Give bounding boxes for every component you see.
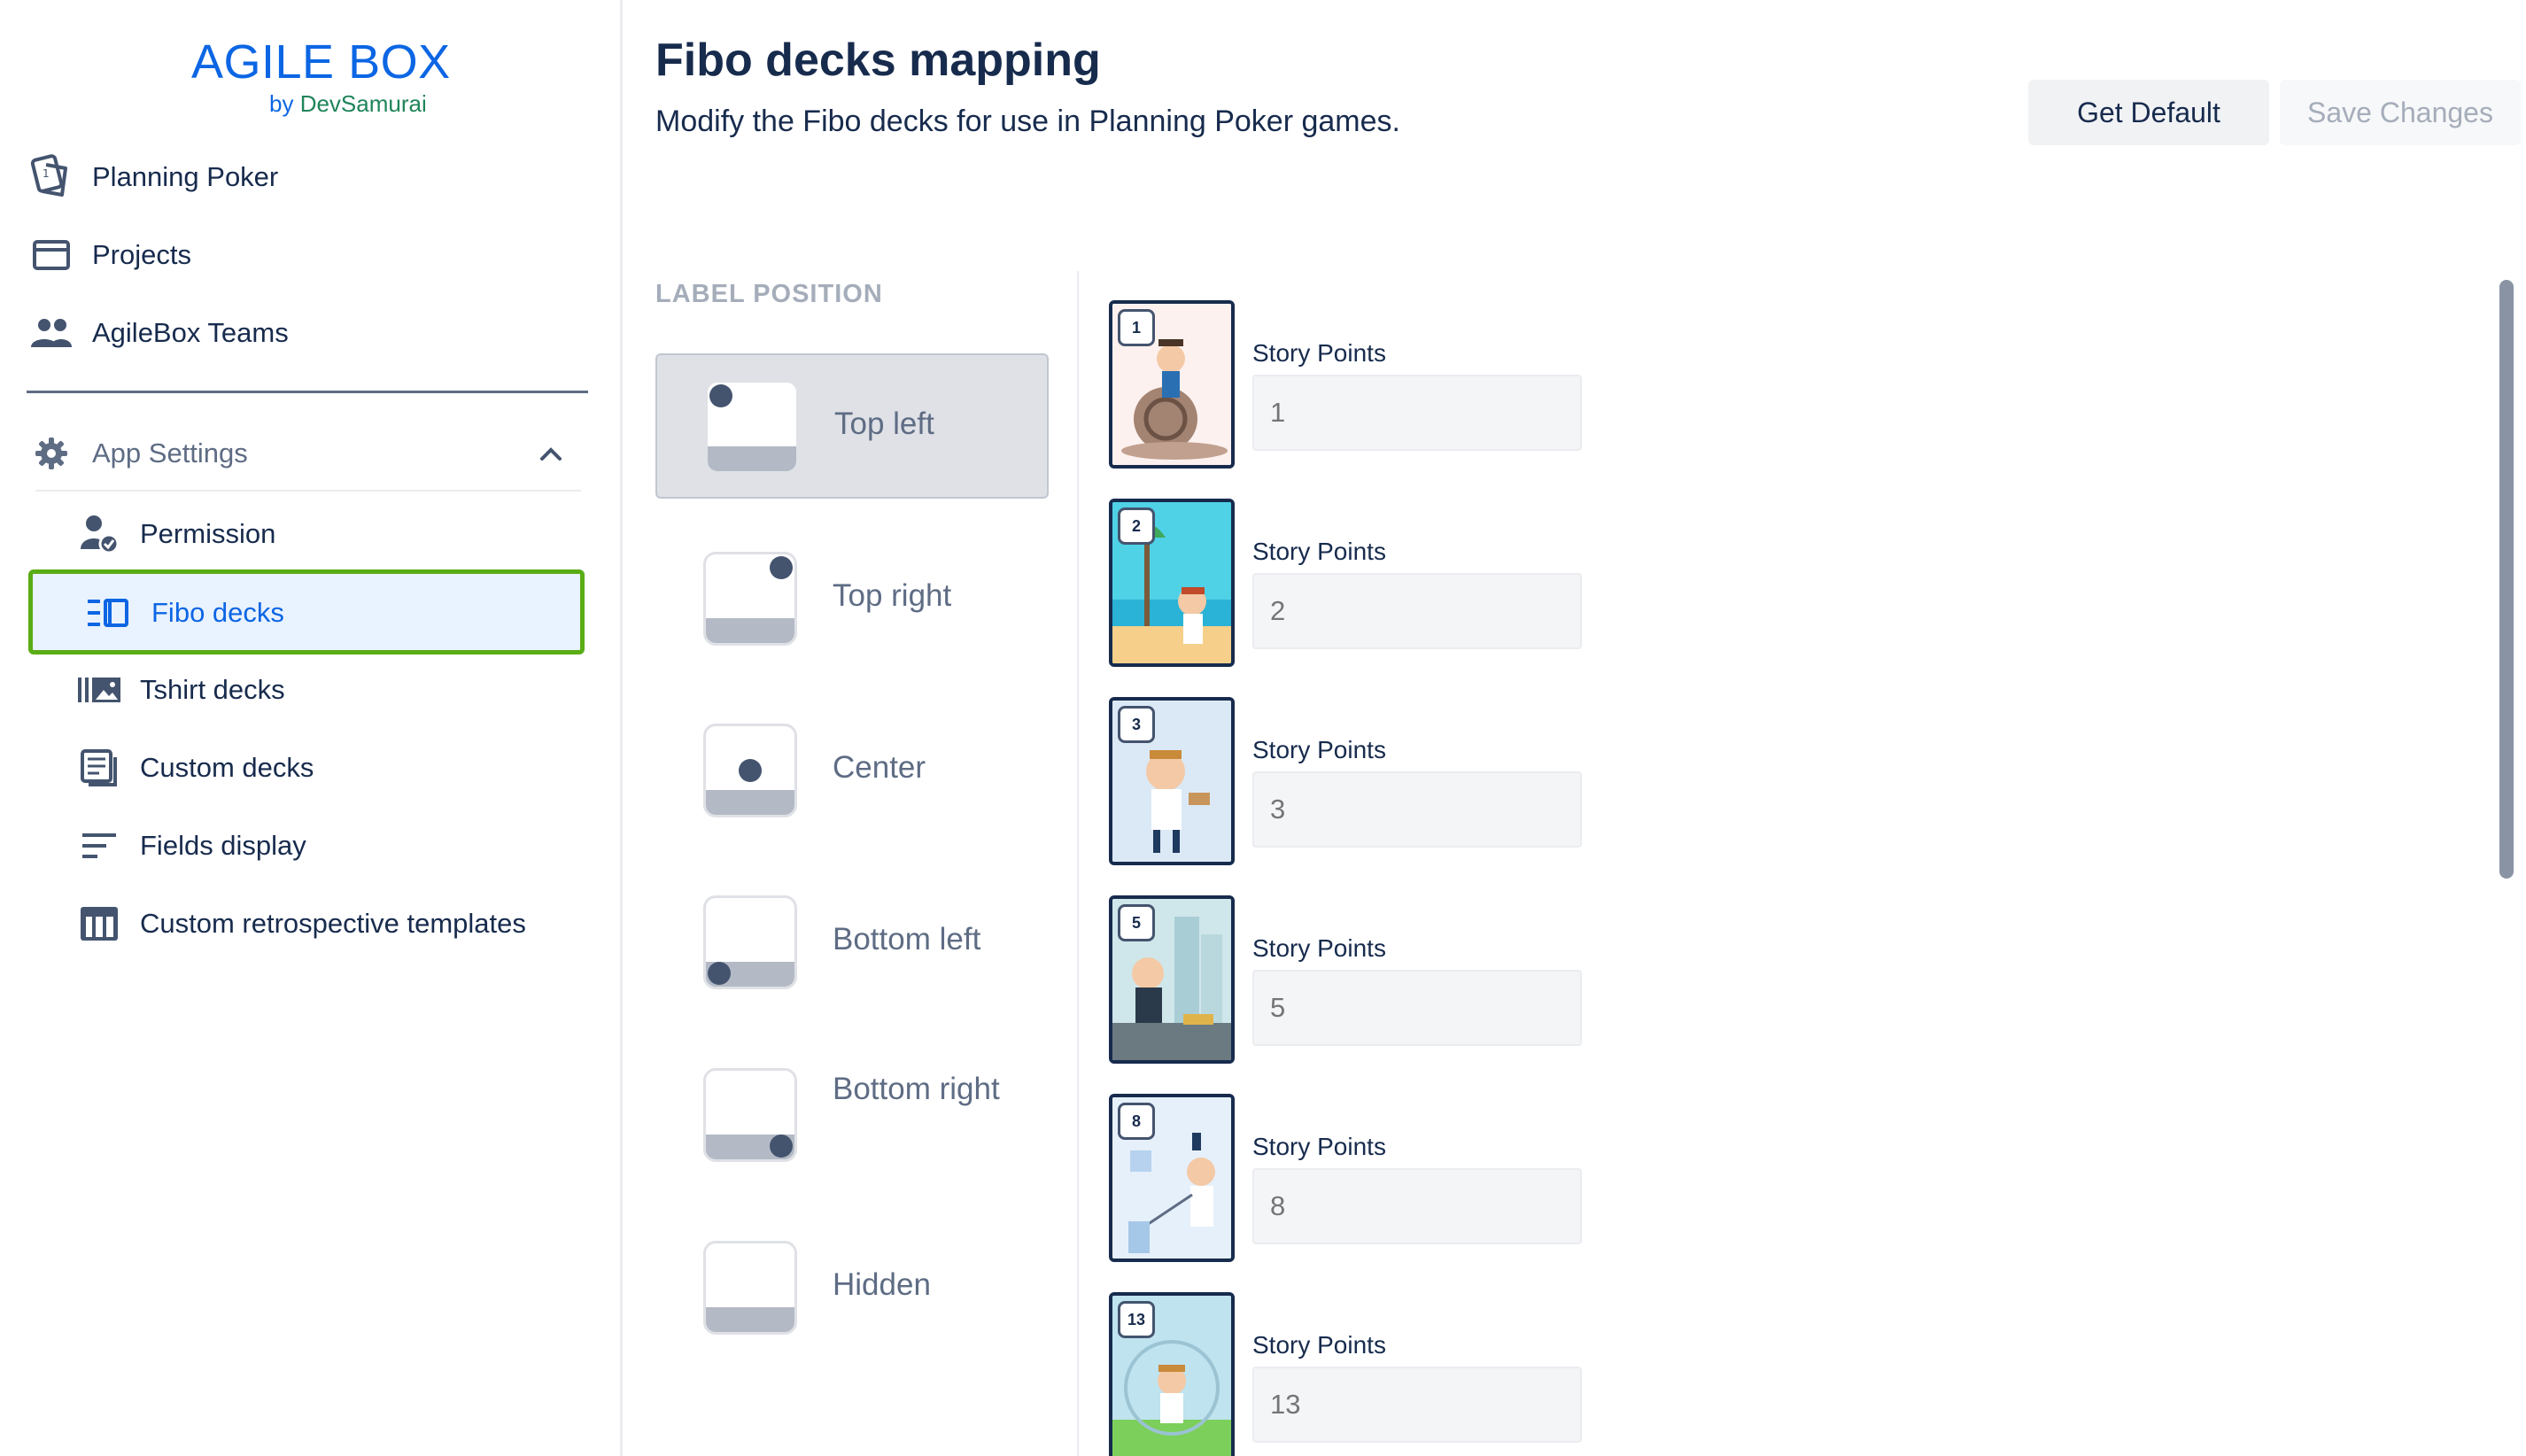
chevron-up-icon[interactable] xyxy=(535,438,567,469)
card-image: 5 xyxy=(1109,895,1235,1064)
save-changes-button[interactable]: Save Changes xyxy=(2280,80,2521,145)
content-scrollbar[interactable] xyxy=(2499,280,2514,879)
card-badge: 2 xyxy=(1118,507,1155,545)
label-position-label: Top right xyxy=(833,578,952,613)
brand-subtitle: by DevSamurai xyxy=(269,90,427,118)
card-badge: 5 xyxy=(1118,904,1155,941)
card-image: 13 xyxy=(1109,1292,1235,1456)
table-icon xyxy=(74,899,124,949)
label-position-center[interactable]: Center xyxy=(655,699,1049,844)
position-preview xyxy=(703,1241,797,1335)
label-position-label: Top left xyxy=(834,407,934,441)
card-image: 3 xyxy=(1109,697,1235,865)
sidebar-item-agilebox-teams[interactable]: AgileBox Teams xyxy=(27,298,593,368)
card-image: 2 xyxy=(1109,499,1235,667)
user-check-icon xyxy=(74,509,124,559)
svg-text:1: 1 xyxy=(43,167,50,180)
card-image: 8 xyxy=(1109,1094,1235,1262)
position-preview xyxy=(703,1068,797,1162)
label-position-label: Bottom right xyxy=(833,1072,1000,1106)
story-points-input[interactable] xyxy=(1252,970,1582,1046)
get-default-button[interactable]: Get Default xyxy=(2028,80,2269,145)
settings-label: App Settings xyxy=(92,438,248,469)
settings-divider xyxy=(35,490,581,492)
sidebar-item-label: Planning Poker xyxy=(92,161,279,192)
story-points-input[interactable] xyxy=(1252,1168,1582,1244)
card-row: 8 Story Points xyxy=(1109,1094,1605,1262)
story-points-input[interactable] xyxy=(1252,771,1582,848)
story-points-label: Story Points xyxy=(1252,339,1386,367)
position-preview xyxy=(703,724,797,817)
sidebar-divider xyxy=(27,391,588,393)
sidebar-item-custom-retrospective-templates[interactable]: Custom retrospective templates xyxy=(74,888,588,959)
sidebar-item-label: Custom retrospective templates xyxy=(140,908,526,939)
sidebar-item-custom-decks[interactable]: Custom decks xyxy=(74,732,588,803)
story-points-label: Story Points xyxy=(1252,736,1386,763)
story-points-input[interactable] xyxy=(1252,1367,1582,1443)
label-position-bottom-left[interactable]: Bottom left xyxy=(655,871,1049,1016)
label-position-top-left[interactable]: Top left xyxy=(655,353,1049,499)
brand-logo: AGILE BOX by DevSamurai xyxy=(191,35,451,117)
card-row: 2 Story Points xyxy=(1109,499,1605,667)
sidebar-item-tshirt-decks[interactable]: Tshirt decks xyxy=(74,654,588,725)
story-points-label: Story Points xyxy=(1252,1331,1386,1359)
sidebar: AGILE BOX by DevSamurai 1 Planning Poker… xyxy=(0,0,623,1456)
card-row: 5 Story Points xyxy=(1109,895,1605,1064)
page-description: Modify the Fibo decks for use in Plannin… xyxy=(655,105,1400,138)
card-badge: 1 xyxy=(1118,309,1155,346)
page-title: Fibo decks mapping xyxy=(655,35,1101,86)
label-position-heading: LABEL POSITION xyxy=(655,280,883,308)
story-points-label: Story Points xyxy=(1252,934,1386,962)
sidebar-item-planning-poker[interactable]: 1 Planning Poker xyxy=(27,142,593,213)
brand-by: by xyxy=(269,90,300,117)
gear-icon xyxy=(27,429,76,478)
sidebar-item-label: Custom decks xyxy=(140,752,314,783)
card-row: 1 Story Points xyxy=(1109,300,1605,469)
team-icon xyxy=(27,308,76,358)
custom-deck-icon xyxy=(74,743,124,793)
cards-icon: 1 xyxy=(27,152,76,202)
label-position-label: Bottom left xyxy=(833,922,981,956)
card-image: 1 xyxy=(1109,300,1235,469)
sidebar-item-fields-display[interactable]: Fields display xyxy=(74,810,588,881)
sidebar-item-label: Permission xyxy=(140,518,276,549)
story-points-label: Story Points xyxy=(1252,1133,1386,1160)
sidebar-item-label: Fibo decks xyxy=(151,597,284,628)
tshirt-deck-icon xyxy=(74,665,124,715)
label-position-hidden[interactable]: Hidden xyxy=(655,1216,1049,1361)
label-position-label: Center xyxy=(833,750,926,785)
story-points-label: Story Points xyxy=(1252,538,1386,565)
label-position-top-right[interactable]: Top right xyxy=(655,527,1049,672)
label-position-label: Hidden xyxy=(833,1267,931,1302)
sidebar-item-label: Fields display xyxy=(140,830,306,861)
fields-icon xyxy=(74,821,124,871)
sidebar-item-label: Projects xyxy=(92,239,191,270)
card-badge: 13 xyxy=(1118,1301,1155,1338)
position-preview xyxy=(703,552,797,646)
fibo-deck-icon xyxy=(82,588,132,638)
label-position-bottom-right[interactable]: Bottom right xyxy=(655,1043,1049,1189)
position-preview xyxy=(705,380,799,474)
panel-divider xyxy=(1077,271,1079,1456)
sidebar-item-label: Tshirt decks xyxy=(140,674,285,705)
sidebar-item-fibo-decks[interactable]: Fibo decks xyxy=(28,569,585,654)
story-points-input[interactable] xyxy=(1252,573,1582,649)
brand-company: DevSamurai xyxy=(299,90,427,117)
position-preview xyxy=(703,895,797,989)
sidebar-item-label: AgileBox Teams xyxy=(92,317,289,348)
folder-icon xyxy=(27,230,76,280)
sidebar-item-permission[interactable]: Permission xyxy=(74,499,588,569)
card-row: 3 Story Points xyxy=(1109,697,1605,865)
sidebar-item-projects[interactable]: Projects xyxy=(27,220,593,290)
brand-title: AGILE BOX xyxy=(191,35,451,89)
card-row: 13 Story Points xyxy=(1109,1292,1605,1456)
story-points-input[interactable] xyxy=(1252,375,1582,451)
sidebar-section-app-settings[interactable]: App Settings xyxy=(27,418,593,489)
card-badge: 8 xyxy=(1118,1103,1155,1140)
card-badge: 3 xyxy=(1118,706,1155,743)
